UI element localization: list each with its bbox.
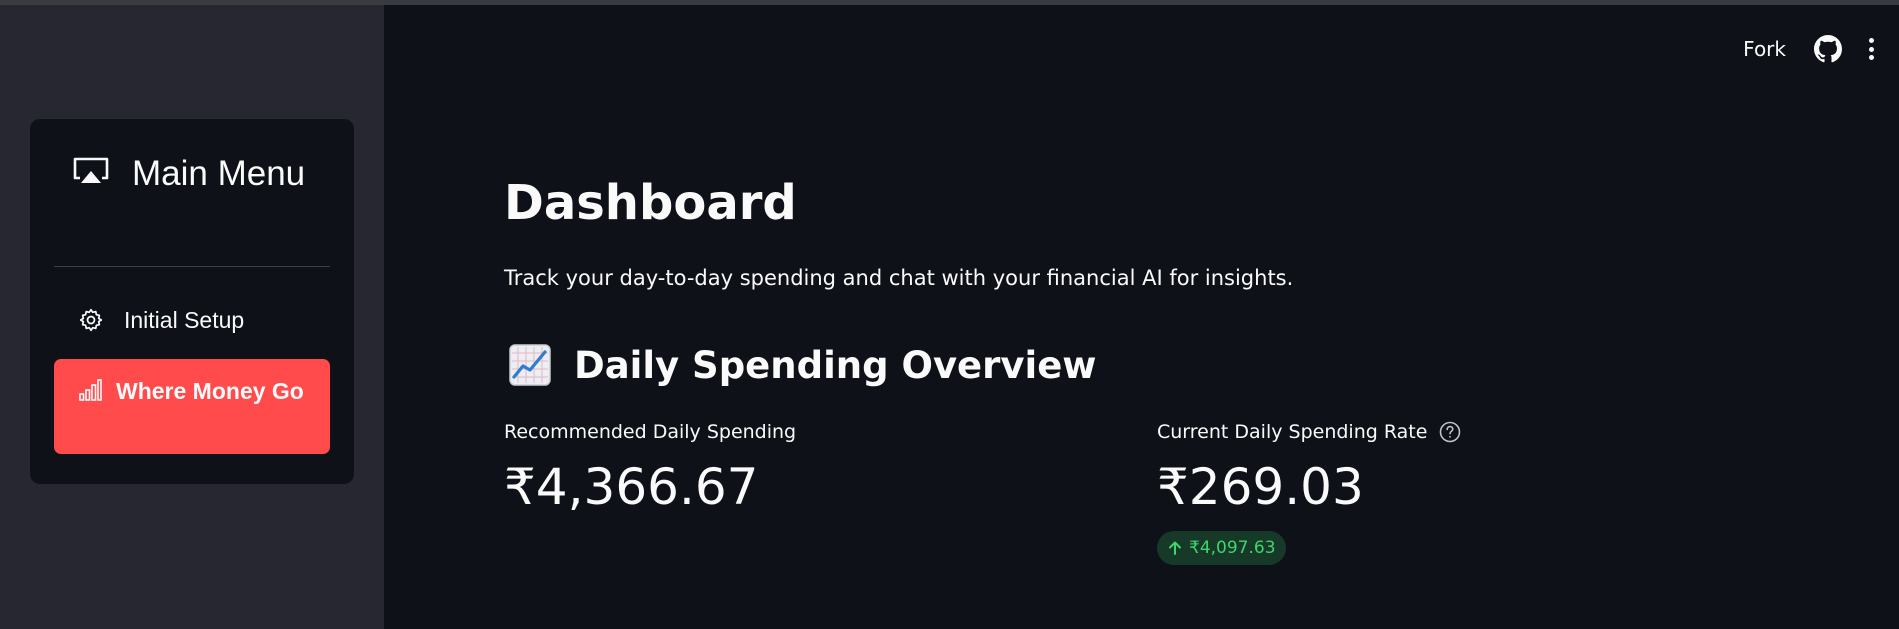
menu-divider — [54, 266, 330, 267]
page-title: Dashboard — [504, 175, 797, 231]
section-header: Daily Spending Overview — [508, 340, 1096, 390]
metric-value-current: ₹269.03 — [1157, 458, 1364, 516]
metric-value-recommended: ₹4,366.67 — [504, 458, 759, 516]
fork-button[interactable]: Fork — [1743, 37, 1786, 61]
page-caption: Track your day-to-day spending and chat … — [504, 266, 1294, 290]
menu-title: Main Menu — [72, 147, 332, 201]
nav-item-initial-setup[interactable]: Initial Setup — [54, 295, 330, 345]
bar-chart-icon — [79, 379, 102, 401]
header-toolbar: Fork — [1743, 34, 1899, 64]
metric-label-current: Current Daily Spending Rate — [1157, 421, 1461, 443]
nav-item-where-money-go[interactable]: Where Money Go — [54, 359, 330, 454]
option-menu: Main Menu Initial Setup Where Money Go — [30, 119, 354, 484]
question-circle-icon[interactable] — [1439, 421, 1461, 443]
cast-icon — [73, 157, 109, 183]
chart-increasing-icon — [509, 344, 551, 386]
arrow-up-icon — [1169, 541, 1181, 555]
kebab-menu-icon[interactable] — [1866, 35, 1876, 63]
delta-badge: ₹4,097.63 — [1157, 531, 1286, 565]
gear-icon — [79, 308, 103, 332]
sidebar: Main Menu Initial Setup Where Money Go — [0, 5, 384, 629]
nav-item-label: Where Money Go — [116, 378, 304, 404]
nav-item-label: Initial Setup — [124, 306, 245, 333]
metric-label-recommended: Recommended Daily Spending — [504, 421, 797, 443]
github-icon[interactable] — [1814, 35, 1842, 63]
section-title: Daily Spending Overview — [574, 343, 1097, 387]
